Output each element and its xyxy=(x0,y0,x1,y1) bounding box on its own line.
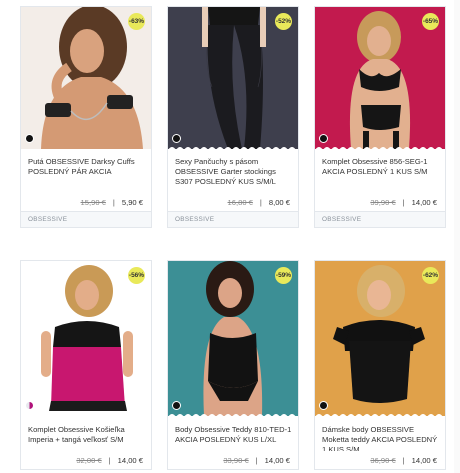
color-swatch[interactable] xyxy=(172,134,181,143)
brand-label[interactable]: OBSESSIVE xyxy=(21,211,151,227)
brand-label[interactable]: OBSESSIVE xyxy=(315,211,445,227)
old-price: 36,90 € xyxy=(370,455,396,465)
color-swatch[interactable] xyxy=(319,401,328,410)
discount-badge: -56% xyxy=(128,267,145,284)
old-price: 15,90 € xyxy=(80,197,106,207)
product-card[interactable]: -56% Komplet Obsessive Košieľka Imperia … xyxy=(20,260,152,470)
current-price: 14,00 € xyxy=(117,455,143,465)
current-price: 14,00 € xyxy=(411,455,437,465)
color-swatch[interactable] xyxy=(319,134,328,143)
discount-badge: -65% xyxy=(422,13,439,30)
wave-divider xyxy=(315,414,443,416)
wave-divider xyxy=(315,147,443,149)
product-title[interactable]: Komplet Obsessive 856-SEG-1 AKCIA POSLED… xyxy=(315,149,445,193)
product-card[interactable]: -63% Putá OBSESSIVE Darksy Cuffs POSLEDN… xyxy=(20,6,152,228)
color-swatch[interactable] xyxy=(172,401,181,410)
wave-divider xyxy=(168,147,296,149)
product-image[interactable]: -56% xyxy=(21,261,151,416)
price-separator: | xyxy=(402,455,405,465)
product-card[interactable]: -52% Sexy Pančuchy s pásom OBSESSIVE Gar… xyxy=(167,6,299,228)
discount-badge: -59% xyxy=(275,267,292,284)
discount-badge: -62% xyxy=(422,267,439,284)
discount-badge: -63% xyxy=(128,13,145,30)
color-swatch[interactable] xyxy=(25,401,34,410)
product-image[interactable]: -63% xyxy=(21,7,151,149)
current-price: 5,90 € xyxy=(121,197,143,207)
product-image[interactable]: -59% xyxy=(168,261,298,416)
price-row: 33,90 € | 14,00 € xyxy=(168,451,298,469)
price-row: 39,90 € | 14,00 € xyxy=(315,193,445,211)
product-image[interactable]: -65% xyxy=(315,7,445,149)
product-title[interactable]: Putá OBSESSIVE Darksy Cuffs POSLEDNÝ PÁR… xyxy=(21,149,151,193)
price-row: 16,80 € | 8,00 € xyxy=(168,193,298,211)
product-title[interactable]: Komplet Obsessive Košieľka Imperia + tan… xyxy=(21,416,151,451)
old-price: 33,90 € xyxy=(223,455,249,465)
scrollbar[interactable] xyxy=(454,0,460,473)
current-price: 8,00 € xyxy=(268,197,290,207)
old-price: 39,90 € xyxy=(370,197,396,207)
product-card[interactable]: -65% Komplet Obsessive 856-SEG-1 AKCIA P… xyxy=(314,6,446,228)
price-separator: | xyxy=(108,455,111,465)
current-price: 14,00 € xyxy=(264,455,290,465)
price-row: 32,00 € | 14,00 € xyxy=(21,451,151,469)
discount-badge: -52% xyxy=(275,13,292,30)
price-separator: | xyxy=(255,455,258,465)
color-swatch[interactable] xyxy=(25,134,34,143)
old-price: 16,80 € xyxy=(227,197,253,207)
price-separator: | xyxy=(402,197,405,207)
product-card[interactable]: -59% Body Obsessive Teddy 810-TED-1 AKCI… xyxy=(167,260,299,470)
price-separator: | xyxy=(259,197,262,207)
product-title[interactable]: Sexy Pančuchy s pásom OBSESSIVE Garter s… xyxy=(168,149,298,193)
old-price: 32,00 € xyxy=(76,455,102,465)
price-row: 15,90 € | 5,90 € xyxy=(21,193,151,211)
current-price: 14,00 € xyxy=(411,197,437,207)
product-image[interactable]: -52% xyxy=(168,7,298,149)
product-title[interactable]: Body Obsessive Teddy 810-TED-1 AKCIA POS… xyxy=(168,416,298,451)
product-card[interactable]: -62% Dámske body OBSESSIVE Moketta teddy… xyxy=(314,260,446,470)
price-row: 36,90 € | 14,00 € xyxy=(315,451,445,469)
product-image[interactable]: -62% xyxy=(315,261,445,416)
brand-label[interactable]: OBSESSIVE xyxy=(168,211,298,227)
wave-divider xyxy=(168,414,296,416)
price-separator: | xyxy=(112,197,115,207)
product-title[interactable]: Dámske body OBSESSIVE Moketta teddy AKCI… xyxy=(315,416,445,451)
